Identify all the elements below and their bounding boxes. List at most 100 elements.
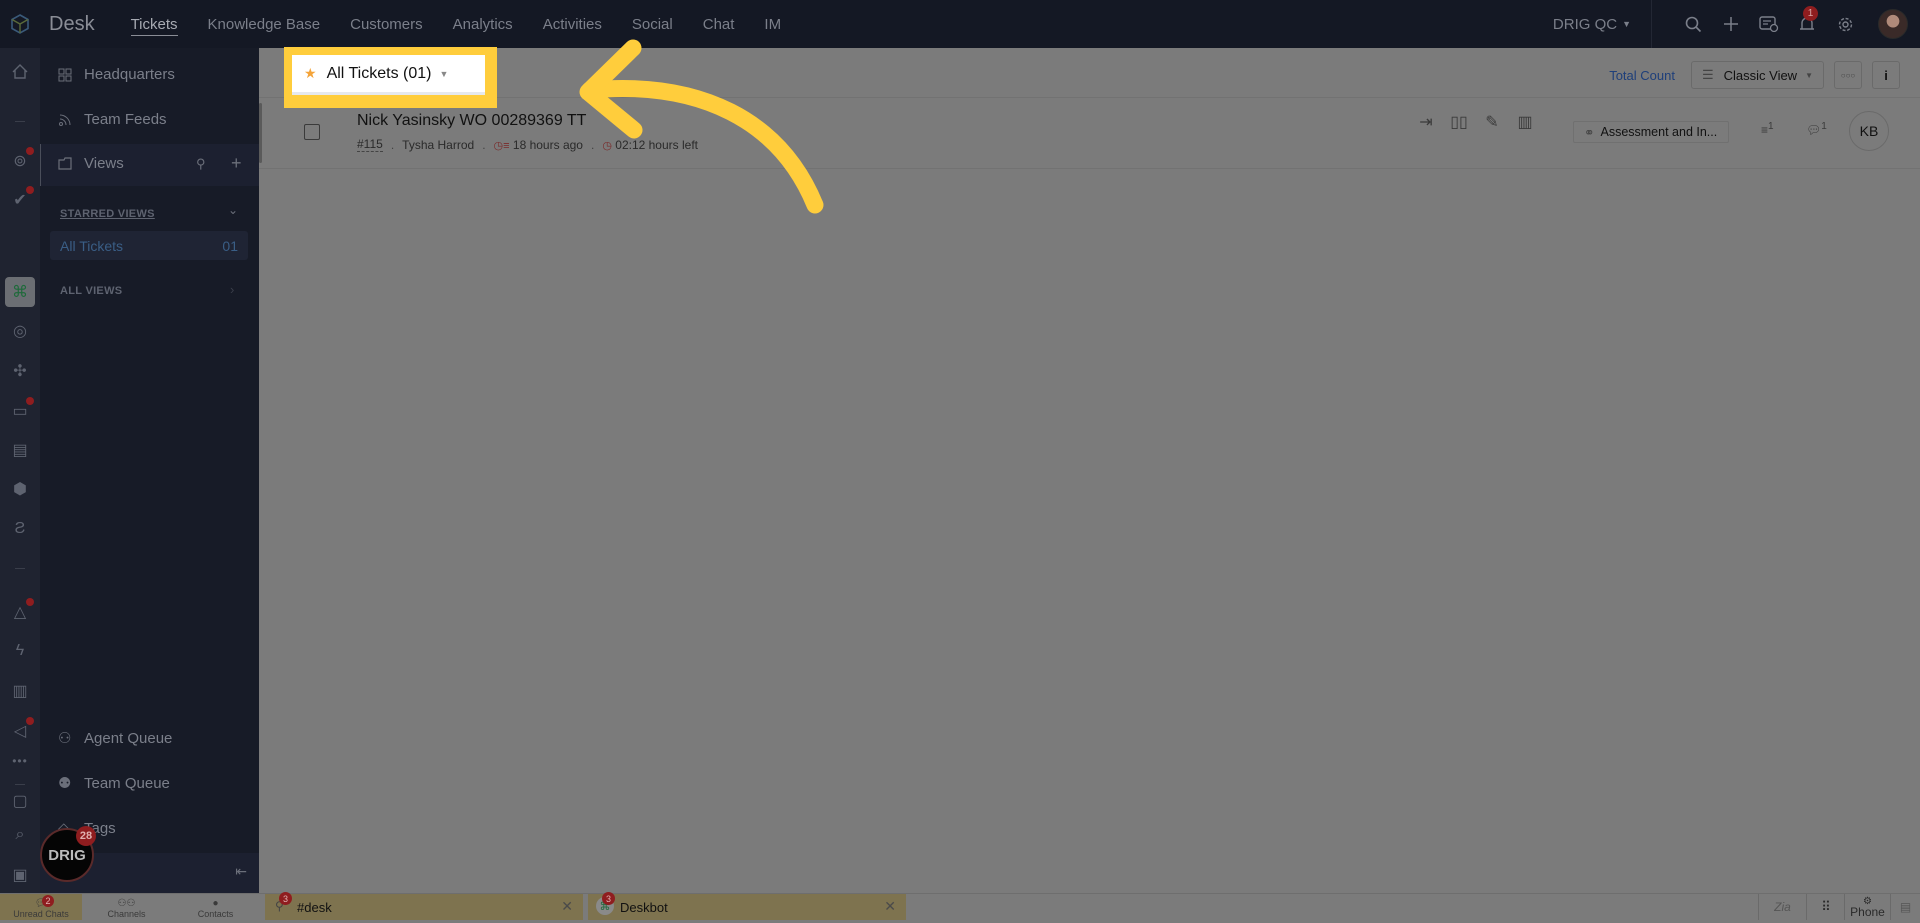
all-views-heading[interactable]: ALL VIEWS (60, 285, 122, 297)
kb-article-icon[interactable]: ▥ (9, 680, 31, 702)
dialpad-icon[interactable]: ⠿ (1806, 894, 1844, 920)
sidebar-item-views[interactable]: Views ⚲ + (40, 144, 259, 186)
list-toolbar: Total Count ☰ Classic View ▼ ○○○ i (259, 48, 1920, 98)
sidebar-item-label: Headquarters (84, 66, 175, 83)
nav-customers[interactable]: Customers (350, 0, 423, 48)
collapse-sidebar-icon[interactable]: ⇤ (235, 863, 247, 880)
row-checkbox[interactable] (304, 124, 320, 140)
contacts-book-icon[interactable]: ▢ (9, 790, 31, 812)
add-view-icon[interactable]: + (231, 153, 242, 174)
delete-trash-icon[interactable]: ▥ (1516, 113, 1534, 131)
zia-icon[interactable]: Zia (1758, 894, 1806, 920)
desk-logo-icon[interactable] (0, 0, 40, 48)
notifications-bell-icon[interactable]: 1 (1788, 0, 1826, 48)
bottom-chat-bar: 💬︎ 2 Unread Chats ⚇⚇ Channels ● Contacts… (0, 892, 1920, 920)
sidebar-item-headquarters[interactable]: Headquarters (58, 66, 175, 83)
unread-chats-tab[interactable]: 💬︎ 2 Unread Chats (0, 894, 82, 920)
more-dots-icon: ○○○ (1840, 70, 1856, 80)
separator: . (482, 137, 486, 152)
home-icon[interactable] (9, 60, 31, 82)
nav-activities[interactable]: Activities (543, 0, 602, 48)
threads-count[interactable]: ≡1 (1761, 121, 1774, 137)
team-queue-icon: ⚉ (58, 775, 72, 792)
documents-icon[interactable]: ▤ (9, 439, 31, 461)
drig-logo-text: DRIG (48, 846, 86, 864)
chevron-right-icon[interactable]: › (230, 282, 234, 297)
sidebar-item-label: Agent Queue (84, 729, 173, 747)
mentions-icon[interactable]: ◎ (9, 320, 31, 342)
views-sidebar: Headquarters Team Feeds Views ⚲ + STARRE… (40, 48, 259, 893)
notes-stack-icon[interactable]: ▤ (1890, 894, 1920, 920)
tickets-module-icon[interactable]: ⌘ (9, 281, 31, 303)
bottom-right-tools: Zia ⠿ ⚙ Phone ▤ (1758, 894, 1920, 920)
search-icon[interactable] (1674, 0, 1712, 48)
settings-gear-icon[interactable] (1826, 0, 1864, 48)
nav-knowledge-base[interactable]: Knowledge Base (208, 0, 321, 48)
close-icon[interactable]: ✕ (561, 898, 573, 915)
org-switcher[interactable]: DRIG QC ▼ (1553, 0, 1652, 48)
channels-tab[interactable]: ⚇⚇ Channels (82, 894, 171, 920)
ticket-contact[interactable]: Tysha Harrod (402, 138, 474, 152)
contacts-tab[interactable]: ● Contacts (171, 894, 260, 920)
top-right-actions: DRIG QC ▼ 1 (1553, 0, 1920, 48)
department-badge[interactable]: ⚭ Assessment and In... (1573, 121, 1729, 143)
comments-count[interactable]: 💬︎1 (1806, 121, 1827, 137)
sidebar-item-team-feeds[interactable]: Team Feeds (58, 111, 167, 128)
starred-views-heading[interactable]: STARRED VIEWS (60, 208, 155, 220)
views-label-group: Views (58, 155, 124, 172)
modules-cubes-icon[interactable]: ⬢ (9, 478, 31, 500)
comments-count-value: 1 (1821, 121, 1827, 132)
edit-pencil-icon[interactable]: ✎ (1483, 113, 1501, 131)
community-icon[interactable]: △ (9, 598, 34, 623)
sidebar-item-agent-queue[interactable]: ⚇ Agent Queue (58, 729, 173, 748)
ticket-info-icon[interactable] (1750, 0, 1788, 48)
wallet-icon[interactable]: ▣ (9, 864, 31, 886)
channels-label: Channels (107, 909, 146, 919)
nav-analytics[interactable]: Analytics (453, 0, 513, 48)
row-edge (259, 103, 262, 163)
threads-icon: ≡ (1761, 123, 1769, 137)
ticket-number[interactable]: #115 (357, 137, 383, 152)
reports-folder-icon[interactable]: ▭ (9, 397, 34, 422)
read-book-icon[interactable]: ▯▯ (1450, 113, 1468, 131)
announcements-icon[interactable]: ◁ (9, 717, 34, 742)
sidebar-item-label: Team Queue (84, 774, 170, 792)
row-actions: ⇥ ▯▯ ✎ ▥ (1417, 113, 1534, 131)
more-dots-icon[interactable]: ••• (9, 750, 31, 772)
view-mode-dropdown[interactable]: ☰ Classic View ▼ (1690, 61, 1824, 89)
star-icon[interactable]: ★ (304, 65, 317, 82)
drig-floating-chat-button[interactable]: DRIG 28 (40, 826, 96, 882)
chevron-down-icon[interactable]: ⌄ (228, 203, 238, 217)
ticket-subject[interactable]: Nick Yasinsky WO 00289369 TT (357, 112, 586, 130)
channels-group-icon: ⚇⚇ (117, 898, 136, 909)
blueprint-icon[interactable]: Ƨ (9, 518, 31, 540)
nav-im[interactable]: IM (764, 0, 781, 48)
assign-icon[interactable]: ⇥ (1417, 113, 1435, 131)
close-icon[interactable]: ✕ (884, 898, 896, 915)
automation-icon[interactable]: ϟ (9, 640, 31, 662)
integrations-icon[interactable]: ⊚ (9, 147, 34, 172)
total-count-link[interactable]: Total Count (1609, 68, 1675, 83)
nav-chat[interactable]: Chat (703, 0, 735, 48)
nav-social[interactable]: Social (632, 0, 673, 48)
add-icon[interactable] (1712, 0, 1750, 48)
chat-tab-deskbot[interactable]: ⌘ 3 Deskbot ✕ (588, 892, 906, 920)
alert-dot (26, 598, 34, 606)
info-button[interactable]: i (1872, 61, 1900, 89)
phone-button[interactable]: ⚙ Phone (1844, 894, 1890, 920)
view-title-dropdown[interactable]: ★ All Tickets (01) ▼ (292, 55, 485, 95)
starred-view-count: 01 (222, 237, 238, 254)
tasks-check-icon[interactable]: ✔ (9, 186, 34, 211)
starred-view-all-tickets[interactable]: All Tickets 01 (50, 231, 248, 260)
table-row[interactable]: Nick Yasinsky WO 00289369 TT #115 . Tysh… (259, 99, 1920, 169)
extensions-icon[interactable]: ✣ (9, 360, 31, 382)
search-zoom-icon[interactable]: ⌕ (9, 824, 31, 846)
assignee-avatar[interactable]: KB (1849, 111, 1889, 151)
more-options-button[interactable]: ○○○ (1834, 61, 1862, 89)
search-views-icon[interactable]: ⚲ (196, 156, 206, 172)
chat-tab-desk[interactable]: ⚲ 3 #desk ✕ (265, 892, 583, 920)
sidebar-item-team-queue[interactable]: ⚉ Team Queue (58, 774, 170, 793)
nav-tickets[interactable]: Tickets (130, 0, 178, 48)
user-avatar[interactable] (1878, 9, 1908, 39)
rail-divider (15, 121, 25, 122)
